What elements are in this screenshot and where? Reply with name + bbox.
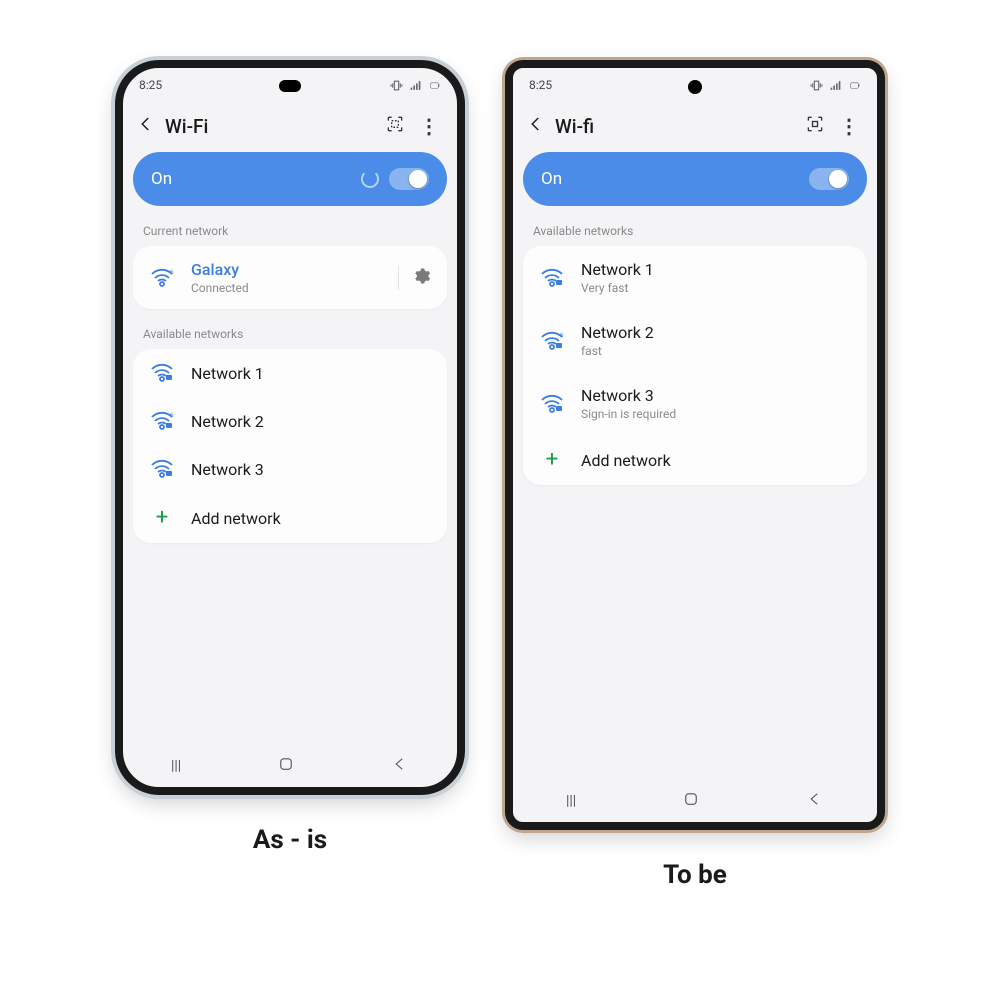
- phone-to-be: 8:25 Wi-fi ⋮: [505, 60, 885, 830]
- status-icons: [390, 79, 441, 92]
- qr-scan-button[interactable]: [805, 114, 825, 138]
- clock: 8:25: [139, 78, 162, 92]
- current-network-row[interactable]: 6 Galaxy Connected: [133, 246, 447, 309]
- svg-text:6: 6: [170, 412, 174, 419]
- vibrate-icon: [810, 79, 823, 92]
- network-settings-button[interactable]: [398, 266, 431, 290]
- phone-as-is: 8:25 Wi-Fi ⋮: [115, 60, 465, 795]
- nav-recents[interactable]: |||: [171, 758, 181, 774]
- network-sub: fast: [581, 344, 851, 358]
- network-name: Network 1: [191, 364, 431, 383]
- network-row[interactable]: 6 Network 2: [133, 397, 447, 445]
- plus-icon: +: [156, 507, 168, 529]
- svg-text:6: 6: [560, 332, 564, 339]
- wifi-toggle-label: On: [541, 169, 562, 189]
- network-name: Network 3: [191, 460, 431, 479]
- network-name: Network 3: [581, 386, 851, 405]
- svg-text:6: 6: [170, 269, 174, 276]
- wifi-lock-icon: [150, 459, 174, 479]
- section-current-label: Current network: [123, 206, 457, 246]
- wifi-icon: 6: [150, 268, 174, 288]
- wifi-lock-icon: [540, 394, 564, 414]
- add-network-label: Add network: [581, 451, 851, 470]
- signal-icon: [829, 79, 842, 92]
- qr-scan-button[interactable]: [385, 114, 405, 138]
- header: Wi-Fi ⋮: [123, 102, 457, 152]
- vibrate-icon: [390, 79, 403, 92]
- current-network-card: 6 Galaxy Connected: [133, 246, 447, 309]
- add-network-label: Add network: [191, 509, 431, 528]
- caption-right: To be: [663, 860, 727, 890]
- network-row[interactable]: Network 1 Very fast: [523, 246, 867, 309]
- nav-back[interactable]: [391, 755, 409, 777]
- caption-left: As - is: [253, 825, 327, 855]
- network-status: Connected: [191, 281, 382, 295]
- network-name: Network 1: [581, 260, 851, 279]
- network-sub: Sign-in is required: [581, 407, 851, 421]
- network-row[interactable]: Network 3: [133, 445, 447, 493]
- nav-bar: |||: [123, 753, 457, 779]
- status-icons: [810, 79, 861, 92]
- nav-recents[interactable]: |||: [566, 793, 576, 809]
- wifi-switch[interactable]: [389, 168, 429, 190]
- wifi-toggle-bar[interactable]: On: [523, 152, 867, 206]
- available-networks-card: Network 1 6 Network 2 Network 3 + Add: [133, 349, 447, 543]
- battery-icon: [428, 79, 441, 92]
- page-title: Wi-fi: [555, 115, 795, 138]
- network-name: Network 2: [191, 412, 431, 431]
- nav-home[interactable]: [277, 755, 295, 777]
- wifi-lock-icon: 6: [540, 331, 564, 351]
- camera-notch: [279, 80, 301, 92]
- available-networks-card: Network 1 Very fast 6 Network 2 fast: [523, 246, 867, 485]
- section-available-label: Available networks: [123, 309, 457, 349]
- nav-bar: |||: [513, 788, 877, 814]
- header: Wi-fi ⋮: [513, 102, 877, 152]
- nav-home[interactable]: [682, 790, 700, 812]
- wifi-toggle-bar[interactable]: On: [133, 152, 447, 206]
- battery-icon: [848, 79, 861, 92]
- back-button[interactable]: [527, 115, 545, 137]
- network-row[interactable]: 6 Network 2 fast: [523, 309, 867, 372]
- wifi-toggle-label: On: [151, 169, 172, 189]
- add-network-row[interactable]: + Add network: [523, 435, 867, 485]
- wifi-lock-icon: 6: [150, 411, 174, 431]
- back-button[interactable]: [137, 115, 155, 137]
- wifi-lock-icon: [540, 268, 564, 288]
- loading-spinner-icon: [361, 170, 379, 188]
- add-network-row[interactable]: + Add network: [133, 493, 447, 543]
- plus-icon: +: [546, 449, 558, 471]
- section-available-label: Available networks: [513, 206, 877, 246]
- network-sub: Very fast: [581, 281, 851, 295]
- clock: 8:25: [529, 78, 552, 92]
- wifi-switch[interactable]: [809, 168, 849, 190]
- camera-hole: [688, 80, 702, 94]
- wifi-lock-icon: [150, 363, 174, 383]
- page-title: Wi-Fi: [165, 115, 375, 138]
- more-button[interactable]: ⋮: [835, 114, 863, 138]
- network-name: Galaxy: [191, 260, 382, 279]
- more-button[interactable]: ⋮: [415, 114, 443, 138]
- signal-icon: [409, 79, 422, 92]
- network-name: Network 2: [581, 323, 851, 342]
- network-row[interactable]: Network 1: [133, 349, 447, 397]
- nav-back[interactable]: [806, 790, 824, 812]
- network-row[interactable]: Network 3 Sign-in is required: [523, 372, 867, 435]
